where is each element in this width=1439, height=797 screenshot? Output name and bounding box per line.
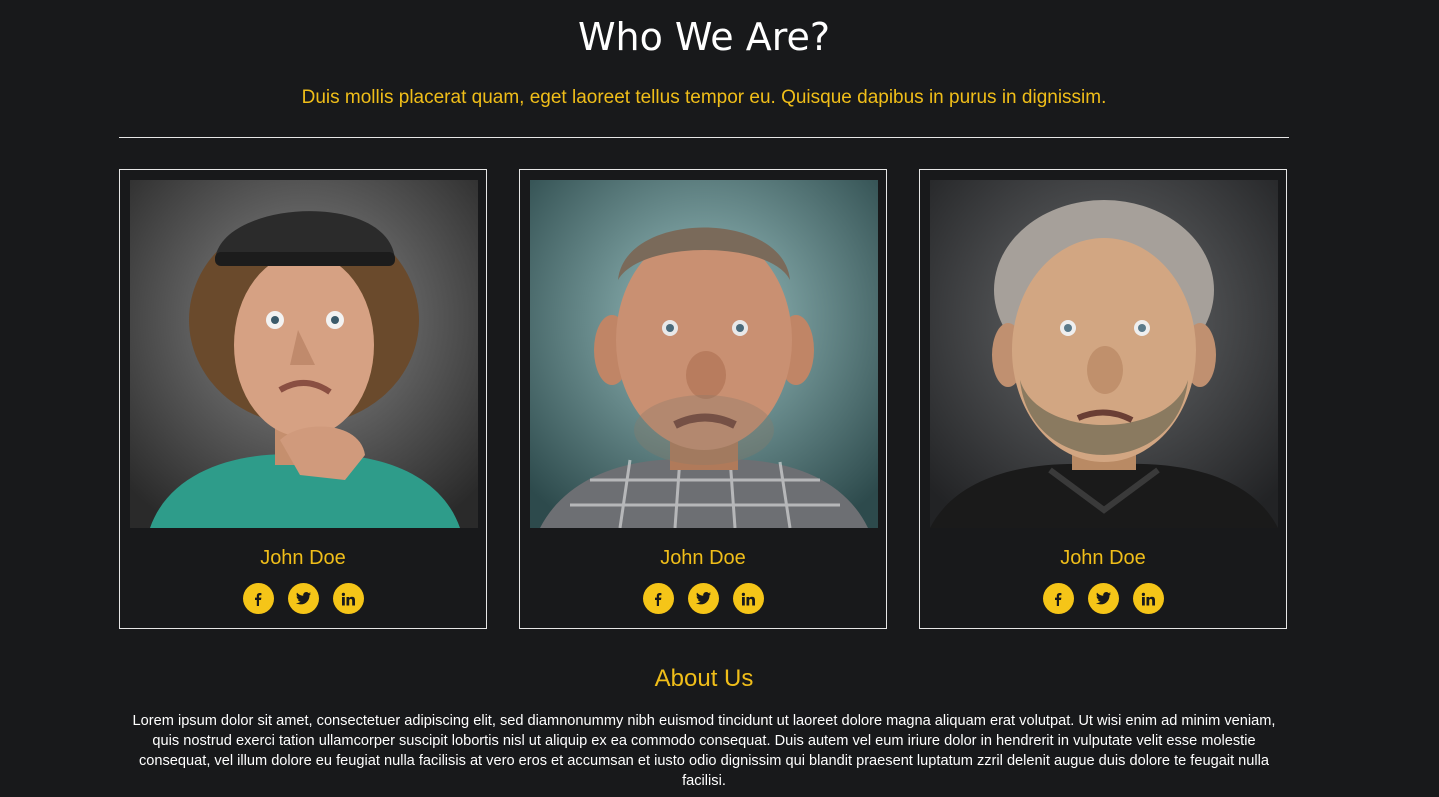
facebook-icon[interactable] (1042, 583, 1074, 614)
twitter-icon[interactable] (287, 583, 319, 614)
facebook-icon[interactable] (642, 583, 674, 614)
team-member-photo (130, 180, 478, 528)
team-member-photo (530, 180, 878, 528)
facebook-icon[interactable] (242, 583, 274, 614)
social-links (520, 583, 886, 614)
team-card: John Doe (119, 169, 487, 629)
team-member-name: John Doe (1060, 547, 1146, 569)
team-card: John Doe (519, 169, 887, 629)
twitter-icon[interactable] (1087, 583, 1119, 614)
social-links (920, 583, 1286, 614)
team-card: John Doe (919, 169, 1287, 629)
linkedin-icon[interactable] (332, 583, 364, 614)
page-subtitle: Duis mollis placerat quam, eget laoreet … (301, 87, 1107, 108)
linkedin-icon[interactable] (1132, 583, 1164, 614)
team-member-photo (930, 180, 1278, 528)
page-title: Who We Are? (577, 15, 831, 59)
about-us-title: About Us (654, 665, 754, 692)
team-member-name: John Doe (660, 547, 746, 569)
team-member-name: John Doe (260, 547, 346, 569)
who-we-are-page: Who We Are? Duis mollis placerat quam, e… (0, 0, 1439, 797)
linkedin-icon[interactable] (732, 583, 764, 614)
section-divider (119, 137, 1289, 138)
about-us-text: Lorem ipsum dolor sit amet, consectetuer… (132, 713, 1276, 789)
twitter-icon[interactable] (687, 583, 719, 614)
social-links (120, 583, 486, 614)
